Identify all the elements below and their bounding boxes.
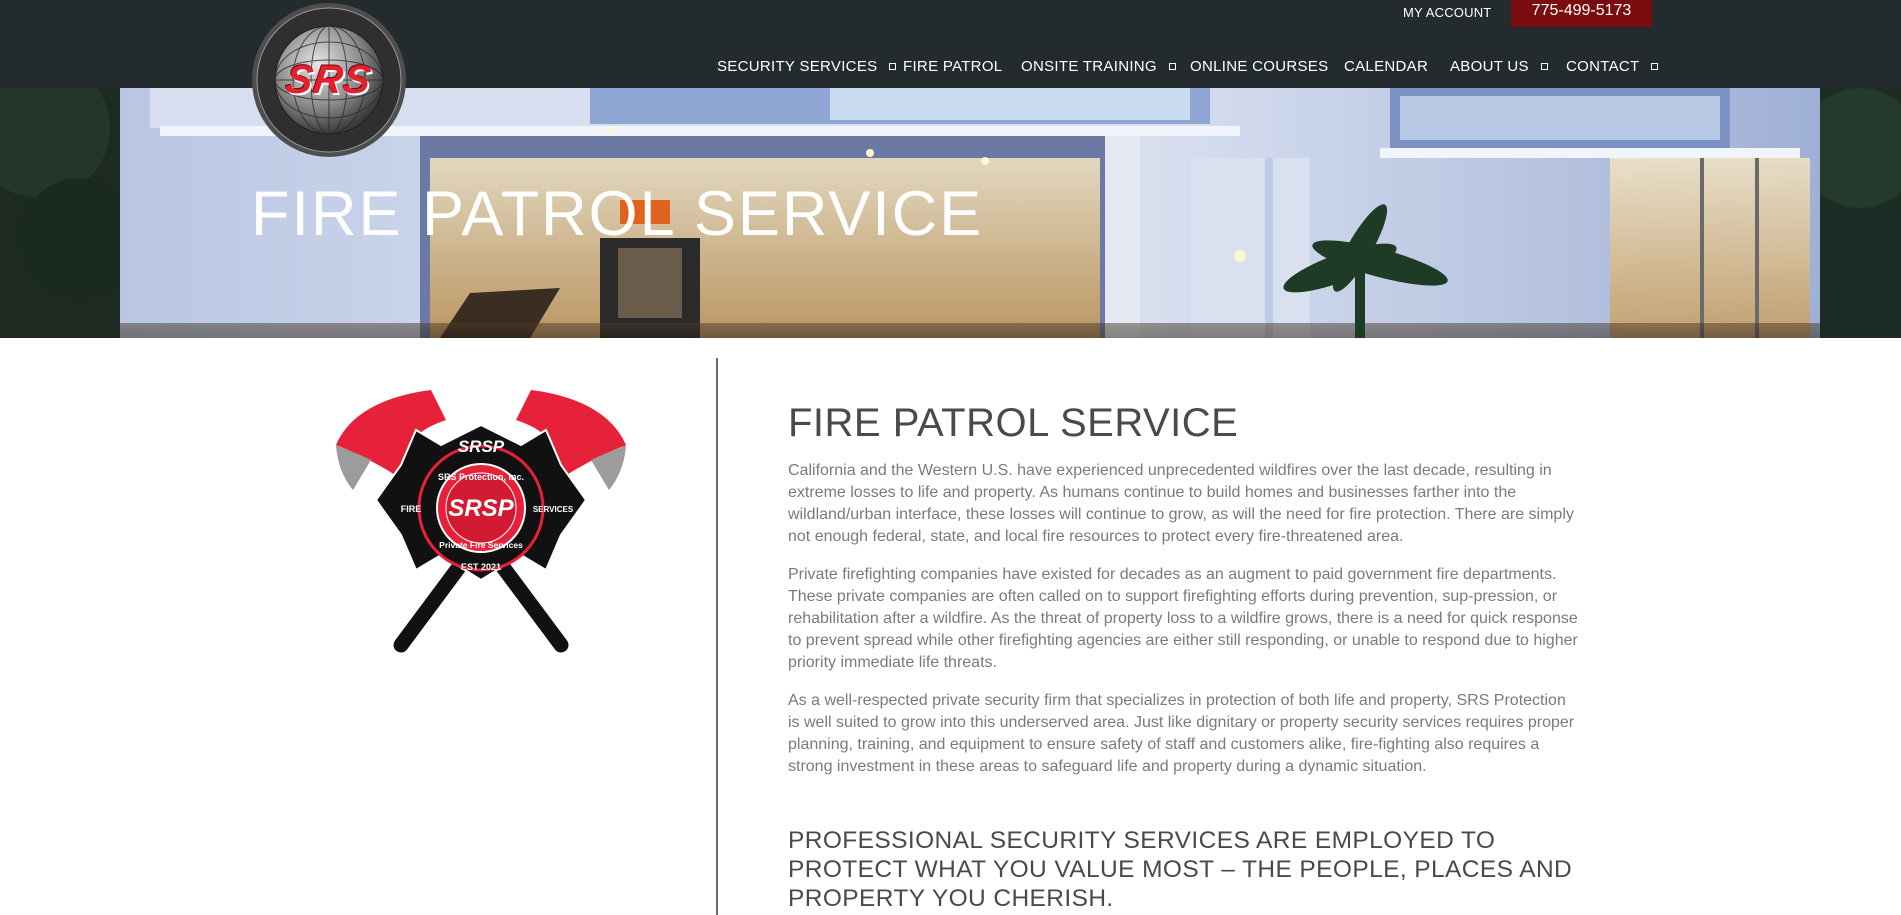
fire-services-emblem: SRSP SRS Protection, Inc. Private Fire S… xyxy=(331,390,631,660)
srs-logo[interactable]: SRS xyxy=(251,2,407,158)
nav-label: CONTACT xyxy=(1566,58,1640,75)
emblem-ring-text: SRS Protection, Inc. xyxy=(438,472,524,482)
nav-about-us[interactable]: ABOUT US xyxy=(1450,58,1548,75)
nav-onsite-training[interactable]: ONSITE TRAINING xyxy=(1021,58,1176,75)
logo-wordmark: SRS xyxy=(283,57,375,102)
hero-title: FIRE PATROL SERVICE xyxy=(251,179,984,249)
nav-label: SECURITY SERVICES xyxy=(717,58,878,75)
emblem-top-text: SRSP xyxy=(458,437,505,456)
emblem-left-text: FIRE xyxy=(401,504,422,514)
paragraph-1: California and the Western U.S. have exp… xyxy=(788,462,1574,545)
emblem-center-text: SRSP xyxy=(448,495,514,522)
nav-contact[interactable]: CONTACT xyxy=(1566,58,1659,75)
dropdown-caret-icon xyxy=(889,63,897,70)
column-divider xyxy=(716,358,718,915)
crossed-axes-badge-icon: SRSP SRS Protection, Inc. Private Fire S… xyxy=(336,390,626,653)
paragraph-2: Private firefighting companies have exis… xyxy=(788,566,1578,671)
main-content: FIRE PATROL SERVICE California and the W… xyxy=(788,400,1578,778)
my-account-link[interactable]: MY ACCOUNT xyxy=(1403,5,1491,20)
nav-security-services[interactable]: SECURITY SERVICES xyxy=(717,58,897,75)
emblem-right-text: SERVICES xyxy=(533,505,574,514)
section-subtitle: PROFESSIONAL SECURITY SERVICES ARE EMPLO… xyxy=(788,827,1573,912)
section-title: FIRE PATROL SERVICE xyxy=(788,401,1239,445)
phone-button[interactable]: 775-499-5173 xyxy=(1511,0,1652,27)
dropdown-caret-icon xyxy=(1540,63,1548,70)
paragraph-3: As a well-respected private security fir… xyxy=(788,692,1575,775)
emblem-bottom-ring-text: Private Fire Services xyxy=(439,540,523,550)
nav-calendar[interactable]: CALENDAR xyxy=(1344,58,1428,75)
nav-label: FIRE PATROL xyxy=(903,58,1003,75)
emblem-est-text: EST 2021 xyxy=(461,562,501,572)
nav-label: CALENDAR xyxy=(1344,58,1429,75)
dropdown-caret-icon xyxy=(1168,63,1176,70)
dropdown-caret-icon xyxy=(1651,63,1659,70)
nav-label: ABOUT US xyxy=(1450,58,1529,75)
nav-label: ONSITE TRAINING xyxy=(1021,58,1157,75)
nav-online-courses[interactable]: ONLINE COURSES xyxy=(1190,58,1328,75)
nav-fire-patrol[interactable]: FIRE PATROL xyxy=(903,58,1002,75)
nav-label: ONLINE COURSES xyxy=(1190,58,1329,75)
